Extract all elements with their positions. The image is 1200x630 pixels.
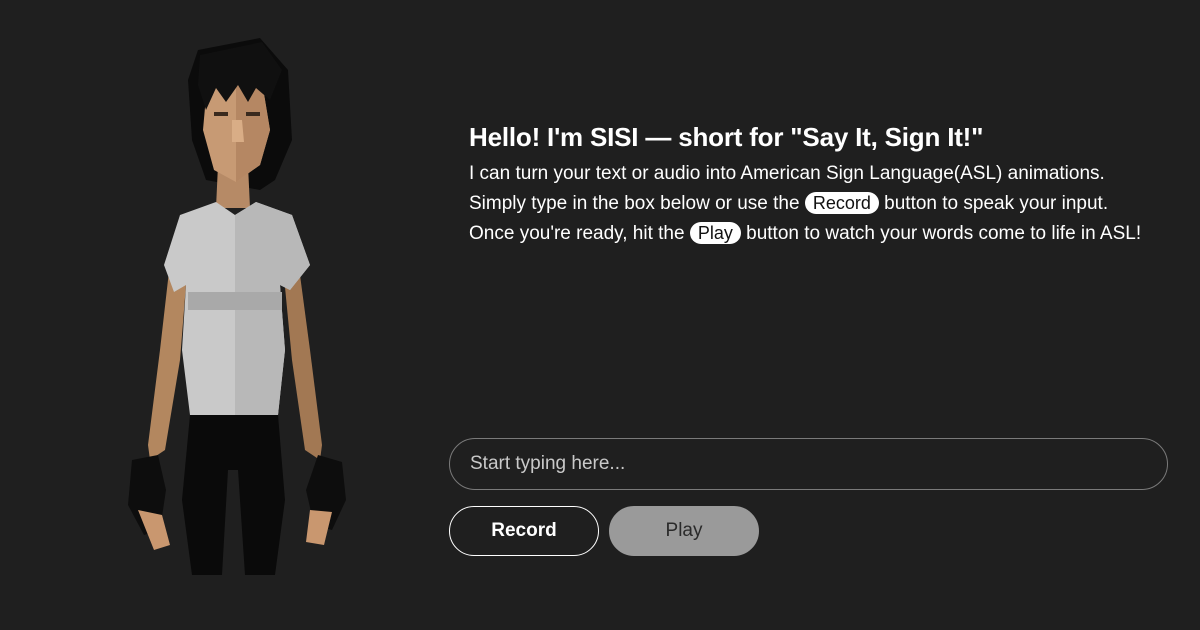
text-input[interactable] [449, 438, 1168, 490]
greeting-suffix: — short for "Say It, Sign It!" [638, 122, 984, 152]
play-button-label: Play [665, 520, 703, 541]
avatar-figure [110, 30, 360, 580]
greeting-prefix: Hello! I'm [469, 122, 590, 152]
intro-section: Hello! I'm SISI — short for "Say It, Sig… [469, 121, 1169, 249]
record-chip: Record [804, 192, 879, 214]
button-row: Record Play [449, 506, 759, 556]
record-button[interactable]: Record [449, 506, 599, 556]
description-part-3: button to watch your words come to life … [740, 223, 1142, 244]
page: Hello! I'm SISI — short for "Say It, Sig… [0, 0, 1200, 630]
input-row [449, 438, 1168, 490]
play-button[interactable]: Play [609, 506, 759, 556]
record-button-label: Record [491, 520, 557, 541]
intro-heading: Hello! I'm SISI — short for "Say It, Sig… [469, 121, 1169, 153]
play-chip: Play [689, 222, 741, 244]
intro-description: I can turn your text or audio into Ameri… [469, 159, 1149, 249]
assistant-name: SISI [590, 122, 639, 152]
asl-avatar-icon [128, 38, 346, 575]
